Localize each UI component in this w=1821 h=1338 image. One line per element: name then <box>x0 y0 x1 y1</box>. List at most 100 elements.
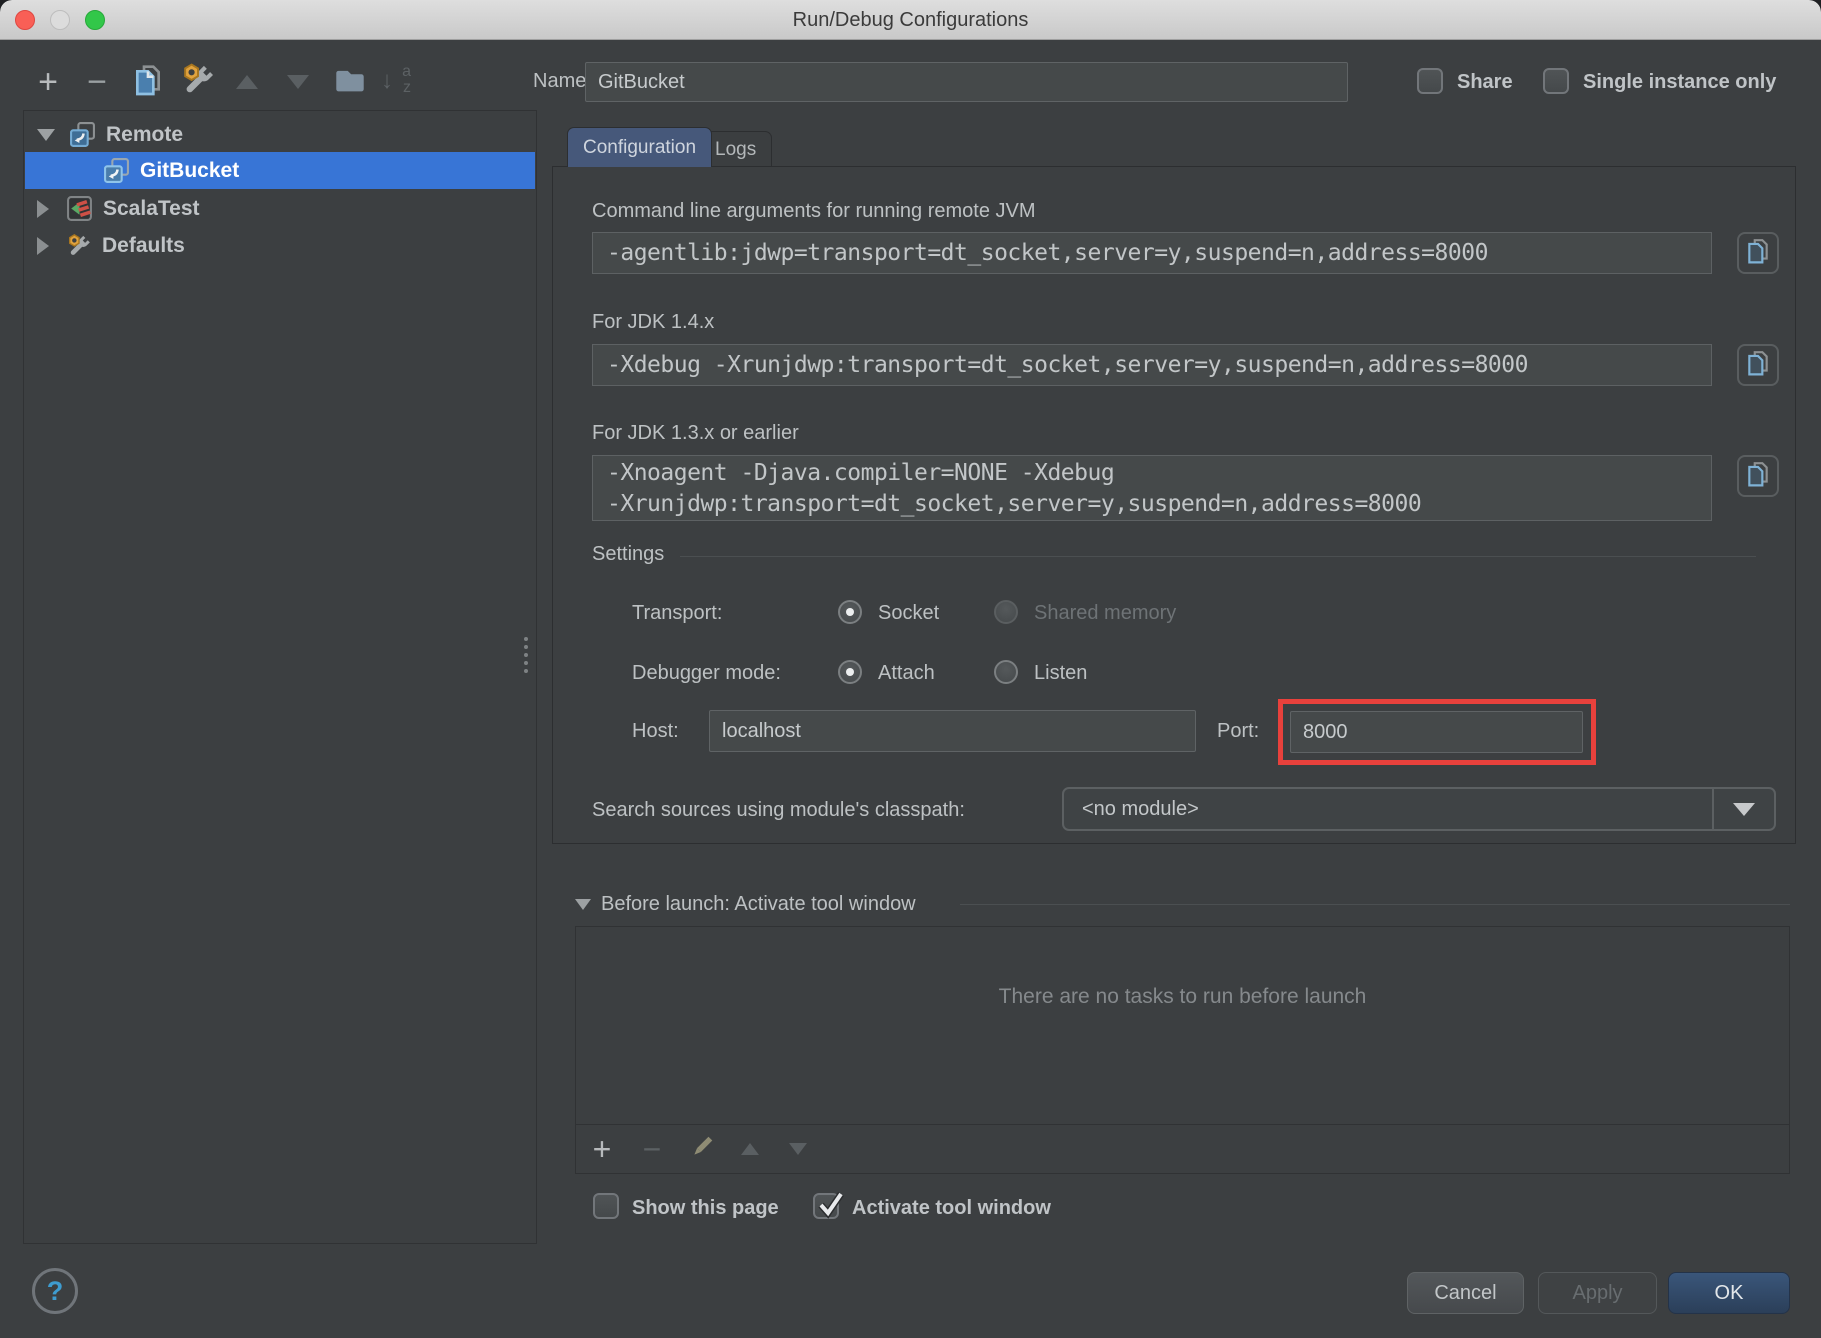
transport-socket-radio[interactable] <box>838 600 862 624</box>
search-sources-label: Search sources using module's classpath: <box>592 799 965 822</box>
pencil-icon <box>688 1133 716 1166</box>
module-classpath-value: <no module> <box>1064 798 1712 821</box>
port-input[interactable] <box>1290 711 1583 753</box>
sort-configurations-button[interactable]: ↓ a z <box>378 62 418 102</box>
jdk13-label: For JDK 1.3.x or earlier <box>592 422 799 445</box>
activate-tool-window-checkbox[interactable] <box>813 1193 839 1219</box>
edit-defaults-button[interactable] <box>178 62 218 102</box>
cmdline-field[interactable]: -agentlib:jdwp=transport=dt_socket,serve… <box>592 232 1712 274</box>
plus-icon: + <box>593 1131 612 1168</box>
move-down-button[interactable] <box>278 62 318 102</box>
panel-splitter-handle[interactable] <box>524 637 528 673</box>
tree-row-defaults[interactable]: Defaults <box>25 227 535 264</box>
copy-cmdline-button[interactable] <box>1737 232 1779 274</box>
remote-config-icon <box>103 157 130 184</box>
remote-config-icon <box>69 121 96 148</box>
before-launch-collapse-icon[interactable] <box>575 899 591 910</box>
copy-configuration-button[interactable] <box>128 62 168 102</box>
apply-button[interactable]: Apply <box>1538 1272 1657 1314</box>
transport-socket-label[interactable]: Socket <box>878 602 939 625</box>
arrow-up-icon <box>741 1143 759 1155</box>
jdk14-field[interactable]: -Xdebug -Xrunjdwp:transport=dt_socket,se… <box>592 344 1712 386</box>
name-input[interactable] <box>585 62 1348 102</box>
move-task-down-button[interactable] <box>778 1130 818 1168</box>
transport-label: Transport: <box>632 602 722 625</box>
remove-task-button[interactable]: − <box>632 1130 672 1168</box>
settings-divider <box>680 556 1756 557</box>
wrench-icon <box>180 62 216 103</box>
tree-row-label: ScalaTest <box>103 197 200 221</box>
edit-task-button[interactable] <box>682 1130 722 1168</box>
minus-icon: − <box>87 65 107 99</box>
remove-configuration-button[interactable]: − <box>77 62 117 102</box>
help-button[interactable]: ? <box>32 1268 78 1314</box>
add-task-button[interactable]: + <box>582 1130 622 1168</box>
chevron-collapsed-icon[interactable] <box>37 200 49 218</box>
tree-row-remote[interactable]: Remote <box>25 116 535 153</box>
share-checkbox[interactable] <box>1417 68 1443 94</box>
titlebar: Run/Debug Configurations <box>0 0 1821 40</box>
combo-arrow-button[interactable] <box>1712 789 1774 829</box>
question-mark-icon: ? <box>47 1276 64 1307</box>
arrow-down-icon <box>789 1143 807 1155</box>
transport-shared-memory-label[interactable]: Shared memory <box>1034 602 1176 625</box>
task-toolbar-divider <box>575 1124 1790 1125</box>
before-launch-header[interactable]: Before launch: Activate tool window <box>601 893 916 916</box>
move-up-button[interactable] <box>227 62 267 102</box>
share-label[interactable]: Share <box>1457 71 1513 94</box>
tree-row-label: GitBucket <box>140 159 239 183</box>
settings-label: Settings <box>592 543 664 566</box>
wrench-icon <box>66 233 92 259</box>
chevron-expanded-icon[interactable] <box>37 129 55 141</box>
debugger-attach-label[interactable]: Attach <box>878 662 935 685</box>
arrow-up-icon <box>236 75 258 89</box>
plus-icon: + <box>38 65 58 99</box>
scalatest-config-icon <box>66 195 93 222</box>
single-instance-checkbox[interactable] <box>1543 68 1569 94</box>
create-folder-button[interactable] <box>330 62 370 102</box>
name-label: Name: <box>533 70 592 93</box>
no-tasks-message: There are no tasks to run before launch <box>575 985 1790 1009</box>
tree-row-label: Remote <box>106 123 183 147</box>
cmdline-label: Command line arguments for running remot… <box>592 200 1036 223</box>
before-launch-divider <box>960 904 1790 905</box>
transport-shared-memory-radio[interactable] <box>994 600 1018 624</box>
host-input[interactable] <box>709 710 1196 752</box>
copy-icon <box>132 64 164 101</box>
chevron-down-icon <box>1733 803 1755 816</box>
copy-icon <box>1745 238 1771 269</box>
minus-icon: − <box>643 1131 662 1168</box>
debugger-mode-label: Debugger mode: <box>632 662 781 685</box>
copy-jdk13-button[interactable] <box>1737 455 1779 497</box>
configurations-tree: Remote GitBucket <box>23 110 537 1244</box>
debugger-attach-radio[interactable] <box>838 660 862 684</box>
single-instance-label[interactable]: Single instance only <box>1583 71 1776 94</box>
show-this-page-label[interactable]: Show this page <box>632 1197 779 1220</box>
cancel-button[interactable]: Cancel <box>1407 1272 1524 1314</box>
sort-az-icon: ↓ a z <box>381 65 415 99</box>
arrow-down-icon <box>287 75 309 89</box>
debugger-listen-label[interactable]: Listen <box>1034 662 1087 685</box>
chevron-collapsed-icon[interactable] <box>37 237 49 255</box>
jdk14-label: For JDK 1.4.x <box>592 311 714 334</box>
debugger-listen-radio[interactable] <box>994 660 1018 684</box>
window-title: Run/Debug Configurations <box>0 0 1821 40</box>
ok-button[interactable]: OK <box>1668 1272 1790 1314</box>
host-label: Host: <box>632 720 679 743</box>
port-label: Port: <box>1217 720 1259 743</box>
tree-row-scalatest[interactable]: ScalaTest <box>25 190 535 227</box>
tree-row-gitbucket[interactable]: GitBucket <box>25 152 535 189</box>
tab-configuration[interactable]: Configuration <box>567 127 712 167</box>
copy-icon <box>1745 350 1771 381</box>
jdk13-field[interactable]: -Xnoagent -Djava.compiler=NONE -Xdebug -… <box>592 455 1712 521</box>
run-debug-configurations-dialog: Run/Debug Configurations + − <box>0 0 1821 1338</box>
show-this-page-checkbox[interactable] <box>593 1193 619 1219</box>
add-configuration-button[interactable]: + <box>28 62 68 102</box>
activate-tool-window-label[interactable]: Activate tool window <box>852 1197 1051 1220</box>
move-task-up-button[interactable] <box>730 1130 770 1168</box>
checkmark-icon <box>813 1187 847 1221</box>
copy-jdk14-button[interactable] <box>1737 344 1779 386</box>
tree-row-label: Defaults <box>102 234 185 258</box>
copy-icon <box>1745 461 1771 492</box>
module-classpath-select[interactable]: <no module> <box>1062 787 1776 831</box>
